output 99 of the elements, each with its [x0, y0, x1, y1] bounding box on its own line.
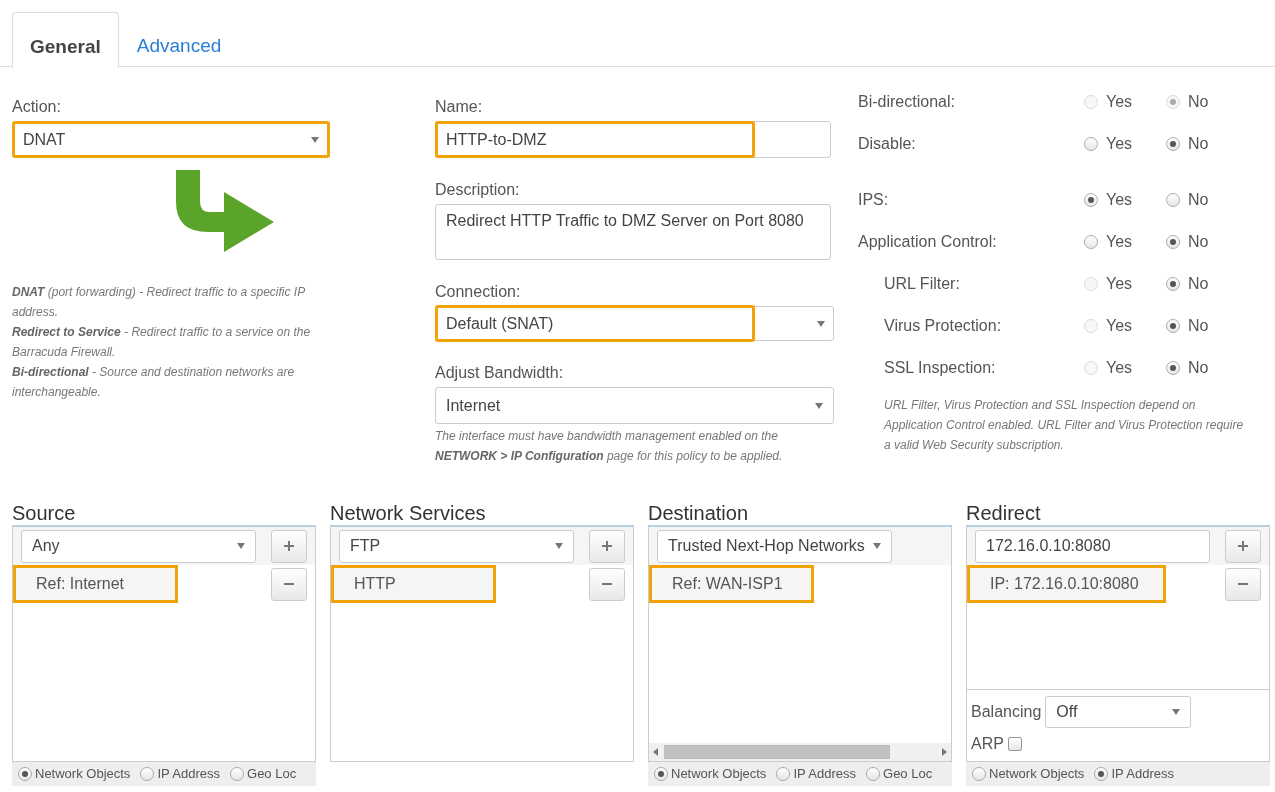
radio-label: No	[1188, 92, 1209, 112]
caret-icon	[311, 136, 319, 143]
scroll-bar[interactable]	[649, 743, 951, 761]
panel-title: Source	[12, 501, 77, 525]
field-label: URL Filter:	[883, 274, 961, 294]
field-label: Disable:	[858, 134, 917, 154]
field-label: Application Control:	[858, 232, 998, 252]
panel-title: Network Services	[330, 501, 487, 525]
radio-button[interactable]	[1166, 277, 1180, 291]
field-label: Action:	[12, 97, 62, 117]
help-text: DNAT (port forwarding) - Redirect traffic to a specific IP address.	[12, 284, 306, 321]
radio-label: Geo Loc	[883, 765, 933, 784]
tab[interactable]: General	[12, 12, 119, 68]
minus-icon	[602, 583, 612, 585]
radio-button[interactable]	[972, 767, 986, 781]
radio-button[interactable]	[140, 767, 155, 781]
field-label: Balancing	[971, 702, 1042, 722]
field-label: ARP	[971, 734, 1004, 754]
radio-label: IP Address	[793, 765, 856, 784]
radio-label: Yes	[1106, 232, 1133, 252]
arrow-icon	[174, 168, 274, 252]
radio-button[interactable]	[1084, 235, 1098, 249]
field-label: Name:	[435, 97, 484, 117]
list-item[interactable]: Ref: WAN-ISP1	[649, 565, 814, 603]
list-item[interactable]: HTTP	[331, 565, 496, 603]
plus-icon	[602, 541, 612, 551]
radio-label: No	[1188, 134, 1209, 154]
radio-label: Yes	[1106, 274, 1133, 294]
radio-button[interactable]	[230, 767, 244, 781]
radio-button[interactable]	[776, 767, 791, 781]
panel-title: Redirect	[966, 501, 1042, 525]
radio-button[interactable]	[1084, 137, 1098, 151]
radio-label: No	[1188, 232, 1209, 252]
plus-icon	[284, 541, 294, 551]
add-button[interactable]	[589, 529, 625, 563]
radio-button[interactable]	[1166, 361, 1180, 375]
radio-label: Network Objects	[35, 765, 131, 784]
caret-icon	[555, 543, 563, 549]
field-label: Bi-directional:	[858, 92, 956, 112]
name-field[interactable]: HTTP-to-DMZ	[435, 121, 755, 158]
radio-label: Geo Loc	[247, 765, 297, 784]
radio-button[interactable]	[1166, 137, 1180, 151]
balancing-select[interactable]: Off	[1045, 696, 1192, 728]
plus-icon	[1238, 541, 1248, 551]
radio-button[interactable]	[1166, 193, 1180, 207]
bandwidth-select[interactable]: Internet	[435, 387, 834, 424]
checkbox[interactable]	[1007, 737, 1022, 751]
radio-button[interactable]	[866, 767, 880, 781]
minus-icon	[284, 583, 294, 585]
field-label: SSL Inspection:	[883, 358, 997, 378]
radio-label: Network Objects	[671, 765, 767, 784]
radio-label: IP Address	[157, 765, 220, 784]
arrow-icon[interactable]	[653, 748, 658, 756]
list-item[interactable]: Ref: Internet	[13, 565, 178, 603]
radio-label: No	[1188, 358, 1209, 378]
add-button[interactable]	[271, 529, 307, 563]
radio-button[interactable]	[1094, 767, 1109, 781]
minus-icon	[1238, 583, 1248, 585]
add-button[interactable]	[1225, 529, 1261, 563]
radio-label: No	[1188, 274, 1209, 294]
list-item[interactable]: IP: 172.16.0.10:8080	[967, 565, 1166, 603]
radio-label: Yes	[1106, 92, 1133, 112]
select-field[interactable]: Any	[21, 529, 256, 563]
radio-label: IP Address	[1111, 765, 1174, 784]
radio-label: No	[1188, 316, 1209, 336]
panel-title: Destination	[648, 501, 750, 525]
radio-label: Yes	[1106, 190, 1133, 210]
field-label: IPS:	[858, 190, 890, 210]
description-field[interactable]: Redirect HTTP Traffic to DMZ Server on Port 8080	[435, 204, 831, 260]
connection-select[interactable]: Default (SNAT)	[435, 305, 755, 342]
radio-label: Network Objects	[989, 765, 1085, 784]
radio-button[interactable]	[1084, 193, 1098, 207]
field-label: Description:	[435, 180, 521, 200]
help-text: Bi-directional - Source and destination networks are interchangeable.	[12, 364, 296, 401]
help-text: URL Filter, Virus Protection and SSL Inspection depend on Application Control enabled. URL Filter and Virus Protection require a valid Web Security subscription.	[882, 397, 1245, 454]
radio-button[interactable]	[654, 767, 668, 781]
action-select[interactable]: DNAT	[12, 121, 330, 158]
radio-button[interactable]	[1166, 235, 1180, 249]
field-label: Connection:	[435, 282, 522, 302]
select-field[interactable]: FTP	[339, 529, 574, 563]
radio-label: No	[1188, 190, 1209, 210]
help-text: Redirect to Service - Redirect traffic to a service on the Barracuda Firewall.	[12, 324, 312, 361]
caret-icon	[815, 402, 823, 409]
tab[interactable]: Advanced	[118, 12, 240, 67]
caret-icon	[873, 543, 881, 549]
field-label: Adjust Bandwidth:	[435, 363, 565, 383]
radio-label: Yes	[1106, 316, 1133, 336]
caret-icon	[237, 543, 245, 549]
input-field[interactable]: 172.16.0.10:8080	[975, 529, 1210, 563]
select-field[interactable]: Trusted Next-Hop Networks	[657, 529, 892, 563]
field-label: Virus Protection:	[883, 316, 1003, 336]
caret-icon	[817, 320, 825, 327]
radio-button[interactable]	[18, 767, 32, 781]
arrow-icon[interactable]	[942, 748, 947, 756]
radio-button[interactable]	[1166, 319, 1180, 333]
radio-label: Yes	[1106, 134, 1133, 154]
caret-icon	[1172, 709, 1181, 715]
radio-label: Yes	[1106, 358, 1133, 378]
help-text: The interface must have bandwidth management enabled on the NETWORK > IP Configuration page for this policy to be applied.	[435, 428, 784, 465]
